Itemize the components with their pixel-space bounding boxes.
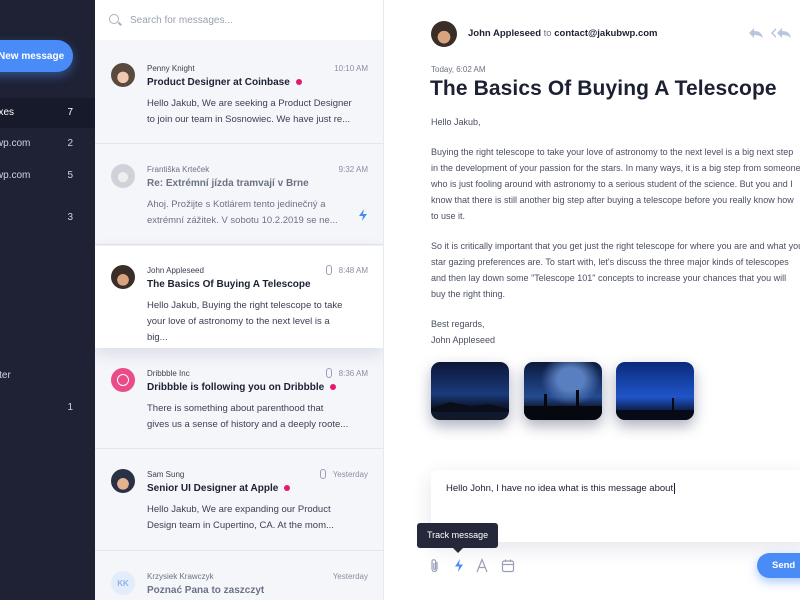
list-item[interactable]: Dribbble Inc 8:36 AM Dribbble is followi…	[95, 349, 383, 449]
sender-name: Františka Krteček	[147, 165, 210, 174]
attachment-icon	[326, 368, 332, 378]
sidebar-item-count: 2	[67, 138, 73, 149]
list-item-selected[interactable]: John Appleseed 8:48 AM The Basics Of Buy…	[95, 246, 383, 348]
message-time: 8:36 AM	[338, 369, 368, 378]
sidebar-item-later[interactable]: Later	[0, 361, 95, 391]
message-subject: Dribbble is following you on Dribbble	[147, 382, 337, 393]
sidebar-item-count: 5	[67, 170, 73, 181]
sender-name: John Appleseed	[147, 266, 204, 275]
attachment-image-stargazer[interactable]	[616, 362, 694, 420]
avatar	[111, 63, 135, 87]
list-item[interactable]: KK Krzysiek Krawczyk Yesterday Poznać Pa…	[95, 552, 383, 600]
attachment-icon[interactable]	[428, 558, 442, 573]
list-item[interactable]: Penny Knight 10:10 AM Product Designer a…	[95, 44, 383, 144]
paragraph-2: So it is critically important that you g…	[431, 241, 800, 299]
message-time: 8:48 AM	[338, 266, 368, 275]
message-subject: Senior UI Designer at Apple	[147, 483, 291, 494]
unread-dot	[330, 384, 337, 391]
message-subject: Product Designer at Coinbase	[147, 77, 302, 88]
message-title: The Basics Of Buying A Telescope	[430, 77, 777, 100]
message-subject: Re: Extrémní jízda tramvají v Brne	[147, 178, 309, 189]
sender-name: Dribbble Inc	[147, 369, 190, 378]
message-list: Penny Knight 10:10 AM Product Designer a…	[95, 0, 384, 600]
to-word: to	[543, 28, 552, 39]
reply-text[interactable]: Hello John, I have no idea what is this …	[446, 483, 676, 494]
lightning-icon[interactable]	[452, 558, 466, 573]
text-caret	[674, 483, 676, 494]
sidebar-item-account-1[interactable]: jakubwp.com 2	[0, 129, 95, 159]
greeting: Hello Jakub,	[431, 117, 481, 127]
paragraph-1: Buying the right telescope to take your …	[431, 147, 800, 221]
search-input[interactable]	[130, 12, 360, 28]
from-name: John Appleseed	[468, 28, 542, 39]
sidebar-item-account-2[interactable]: jakubwp.com 5	[0, 161, 95, 191]
message-preview: Hello Jakub, We are seeking a Product De…	[147, 98, 352, 125]
message-body: Hello Jakub, Buying the right telescope …	[431, 114, 800, 362]
message-preview: Hello Jakub, We are expanding our Produc…	[147, 504, 334, 531]
avatar	[111, 164, 135, 188]
new-message-button[interactable]: New message	[0, 40, 73, 72]
list-item[interactable]: Sam Sung Yesterday Senior UI Designer at…	[95, 450, 383, 551]
sidebar-item-other[interactable]: 1	[0, 393, 95, 423]
message-preview: Ahoj. Prožijte s Kotlárem tento jedinečn…	[147, 199, 338, 226]
send-button[interactable]: Send	[757, 553, 800, 578]
sidebar-item-folder[interactable]: 3	[0, 203, 95, 233]
sidebar-item-count: 7	[67, 107, 73, 118]
attachment-image-night-sky-lake[interactable]	[431, 362, 509, 420]
sidebar: New message Inboxes 7 jakubwp.com 2 jaku…	[0, 0, 95, 600]
avatar	[111, 469, 135, 493]
sidebar-item-label: Later	[0, 370, 11, 381]
message-date: Today, 6:02 AM	[431, 65, 486, 74]
avatar	[431, 21, 457, 47]
message-header: John Appleseed to contact@jakubwp.com	[468, 28, 657, 39]
track-message-tooltip: Track message	[417, 523, 499, 553]
sidebar-item-inboxes[interactable]: Inboxes 7	[0, 98, 95, 128]
message-preview: Hello Jakub, Buying the right telescope …	[147, 300, 343, 343]
attachment-image-milky-way-cactus[interactable]	[524, 362, 602, 420]
font-icon[interactable]	[475, 558, 489, 573]
sidebar-item-count: 1	[67, 402, 73, 413]
sender-name: Sam Sung	[147, 470, 185, 479]
sender-name: Krzysiek Krawczyk	[147, 572, 214, 581]
sidebar-item-label: jakubwp.com	[0, 138, 31, 149]
to-email: contact@jakubwp.com	[554, 28, 658, 39]
avatar: KK	[111, 571, 135, 595]
search-icon	[109, 14, 119, 24]
search-bar	[95, 0, 383, 40]
message-subject: Poznać Pana to zaszczyt	[147, 585, 265, 596]
unread-dot	[295, 79, 302, 86]
unread-dot	[284, 485, 291, 492]
message-time: 9:32 AM	[338, 165, 368, 174]
sidebar-item-label: Inboxes	[0, 107, 15, 118]
attachment-icon	[326, 265, 332, 275]
attachment-icon	[320, 469, 326, 479]
lightning-icon	[359, 209, 367, 221]
reply-all-icon[interactable]	[770, 27, 792, 39]
sender-name: Penny Knight	[147, 64, 195, 73]
reading-pane: John Appleseed to contact@jakubwp.com To…	[384, 0, 800, 600]
message-subject: The Basics Of Buying A Telescope	[147, 279, 311, 290]
sidebar-item-label: jakubwp.com	[0, 170, 31, 181]
dribbble-icon	[111, 368, 135, 392]
avatar	[111, 265, 135, 289]
list-item[interactable]: Františka Krteček 9:32 AM Re: Extrémní j…	[95, 145, 383, 245]
message-preview: There is something about parenthood that…	[147, 403, 349, 430]
sidebar-item-count: 3	[67, 212, 73, 223]
signoff: Best regards, John Appleseed	[431, 319, 496, 345]
message-time: Yesterday	[332, 470, 368, 479]
message-time: 10:10 AM	[334, 64, 368, 73]
message-time: Yesterday	[332, 572, 368, 581]
calendar-icon[interactable]	[501, 558, 515, 573]
reply-icon[interactable]	[748, 27, 764, 39]
